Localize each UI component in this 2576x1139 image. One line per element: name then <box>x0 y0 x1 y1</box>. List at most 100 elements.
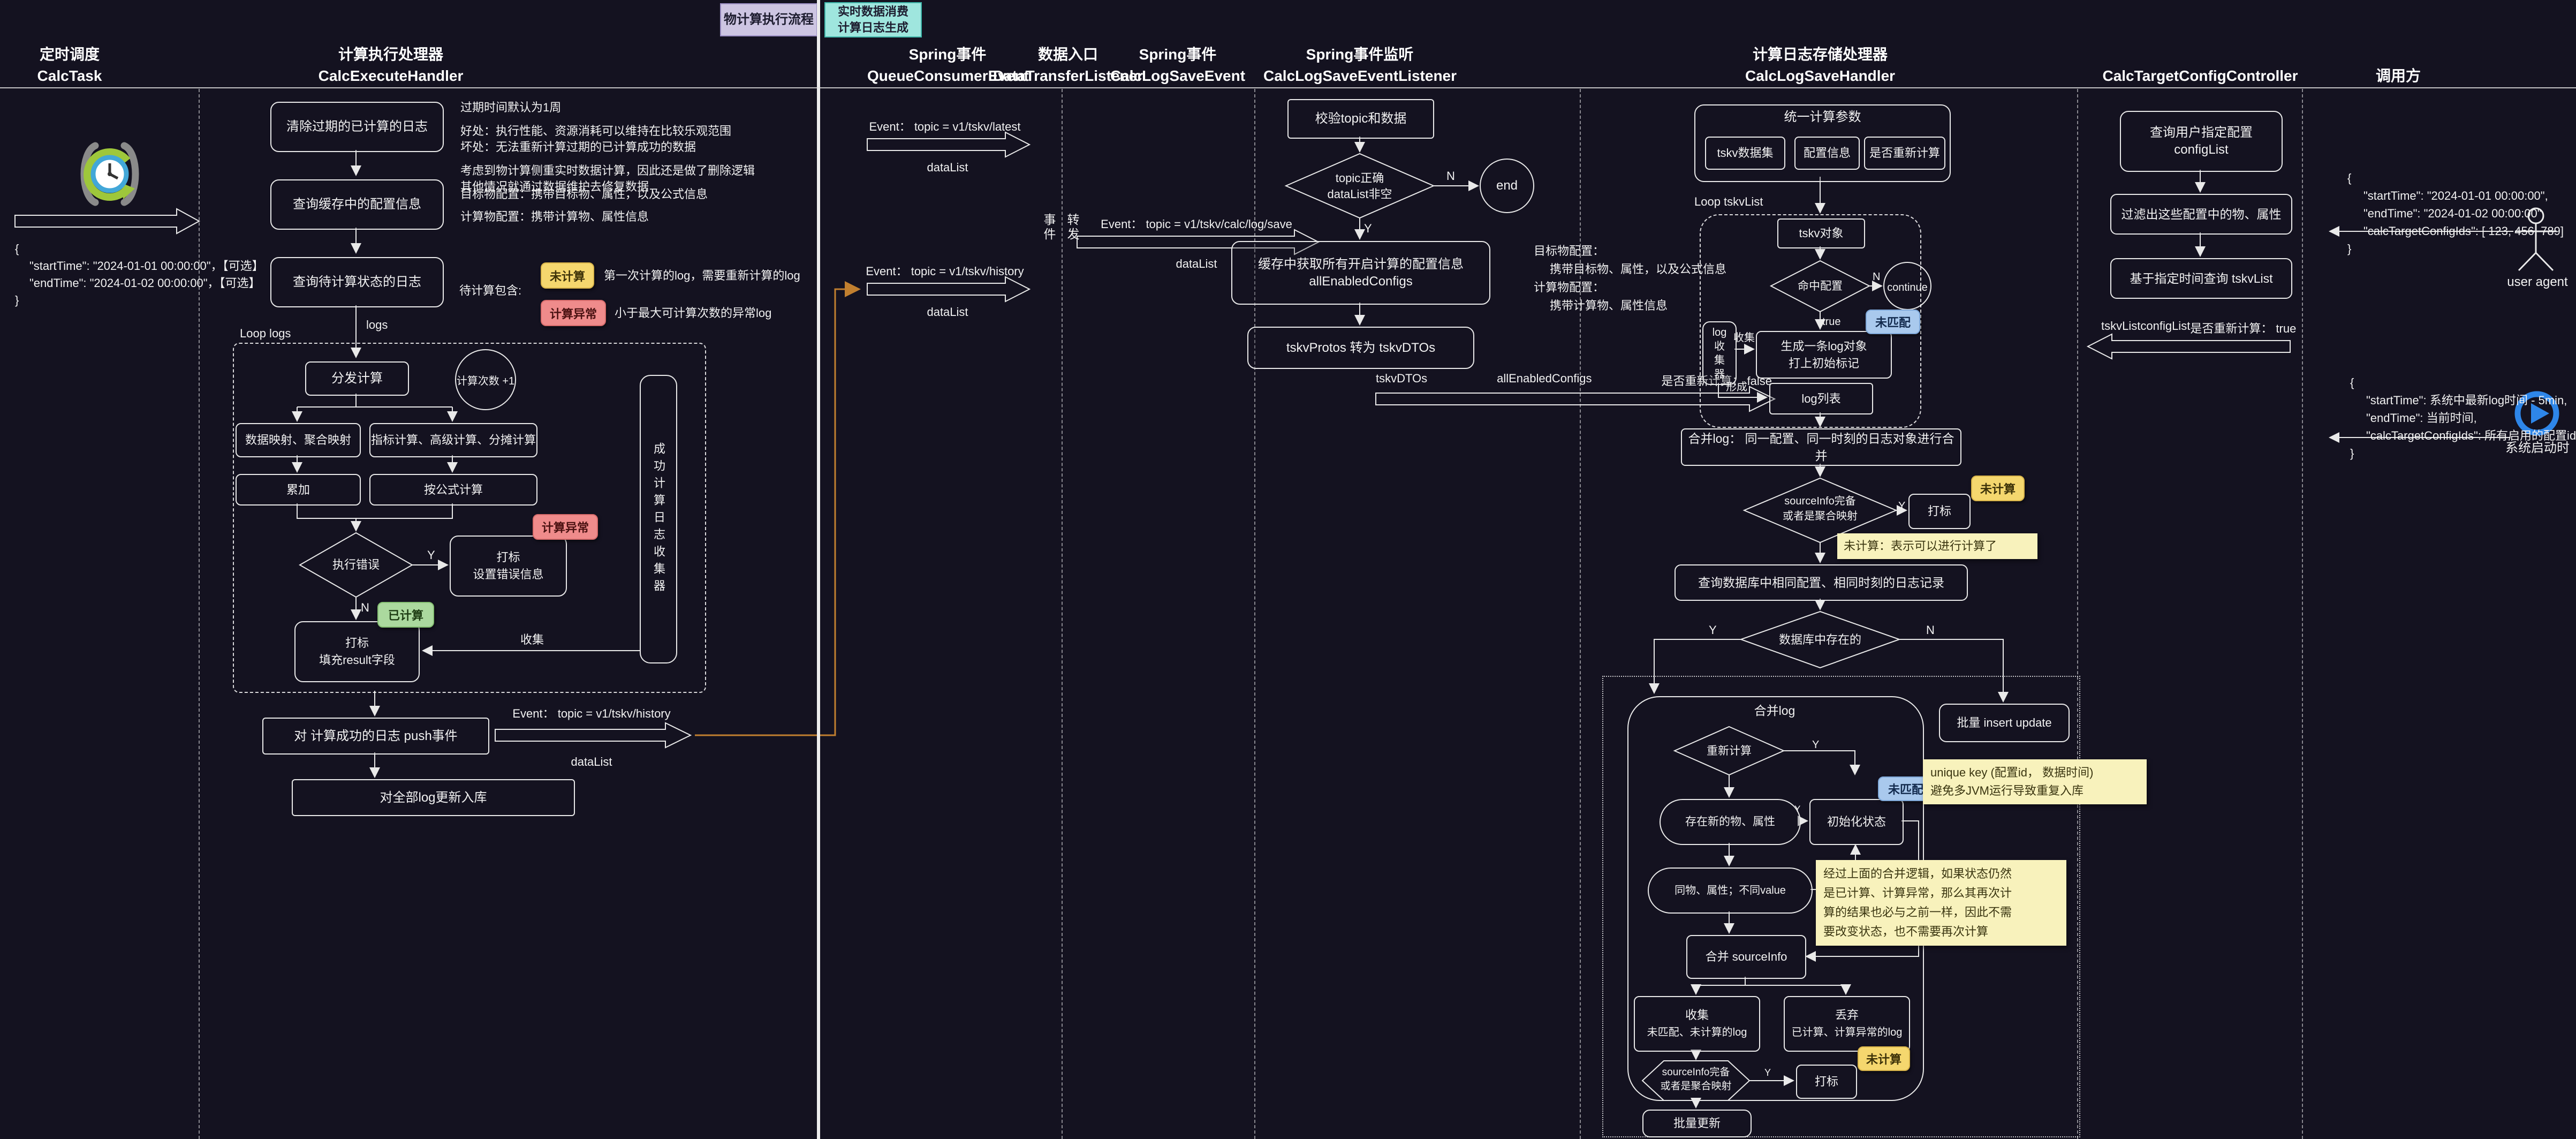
node-get-enabled-configs: 缓存中获取所有开启计算的配置信息 allEnabledConfigs <box>1231 241 1490 305</box>
controller-out-configlist: configList <box>2140 319 2190 336</box>
node-param-tskv: tskv数据集 <box>1705 137 1785 170</box>
listener-config-note: 目标物配置： 携带目标物、属性，以及公式信息 计算物配置： 携带计算物、属性信息 <box>1534 242 1726 315</box>
note-uncalc-meaning: 未计算：表示可以进行计算了 <box>1837 533 2037 559</box>
participant-calctask: 定时调度 CalcTask <box>16 44 123 87</box>
collect-arrow-label: 收集 <box>520 632 544 648</box>
history-topic-label: Event： topic = v1/tskv/history <box>857 263 1033 280</box>
participant-controller: CalcTargetConfigController <box>2093 65 2307 87</box>
node-merge-log-label: 合并log： 同一配置、同一时刻的日志对象进行合并 <box>1682 430 1960 464</box>
node-param-config-label: 配置信息 <box>1804 145 1851 162</box>
node-mark-done-line2: 填充result字段 <box>319 652 395 669</box>
participant-listener-zh: Spring事件监听 <box>1263 44 1456 65</box>
recalc-y-label: Y <box>1812 737 1819 753</box>
exec-error-y-label: Y <box>427 547 435 563</box>
listener-config-note-line1: 目标物配置： <box>1534 242 1726 260</box>
node-push-event: 对 计算成功的日志 push事件 <box>262 718 489 755</box>
badge-unmatched-loop-label: 未匹配 <box>1875 313 1911 330</box>
badge-mark-calc-error-label: 计算异常 <box>542 518 589 535</box>
node-generate-log-line1: 生成一条log对象 <box>1781 338 1867 355</box>
caller-json2-open: { <box>2350 374 2576 391</box>
participant-caller: 调用方 <box>2345 65 2452 87</box>
lifeline-calctask <box>199 89 200 1139</box>
exec-error-diamond-label: 执行错误 <box>302 557 410 573</box>
node-query-db-logs: 查询数据库中相同配置、相同时刻的日志记录 <box>1675 564 1968 601</box>
participant-handler: 计算日志存储处理器 CalcLogSaveHandler <box>1713 44 1927 87</box>
controller-out-tskvlist: tskvList <box>2101 319 2140 336</box>
listener-out-configs: allEnabledConfigs <box>1497 372 1592 389</box>
node-generate-log-line2: 打上初始标记 <box>1789 355 1859 372</box>
hit-config-true-label: true <box>1822 314 1840 330</box>
participant-handler-zh: 计算日志存储处理器 <box>1713 44 1927 65</box>
system-startup-label: 系统启动时 <box>2489 440 2576 456</box>
badge-uncalculated: 未计算 <box>541 262 594 289</box>
node-mark-uncalc-label: 打标 <box>1928 503 1951 520</box>
uncalculated-desc: 第一次计算的log，需要重新计算的log <box>604 268 800 284</box>
node-mark-uncalc2: 打标 <box>1796 1065 1857 1099</box>
note-unique-key: unique key (配置id， 数据时间) 避免多JVM运行导致重复入库 <box>1923 759 2147 804</box>
lifeline-caller <box>2302 89 2303 1139</box>
collect2-label: 收集 <box>1733 330 1755 346</box>
clock-icon <box>84 146 135 202</box>
badge-uncalc-mark2-label: 未计算 <box>1866 1050 1901 1067</box>
participant-listener-en: CalcLogSaveEventListener <box>1263 65 1456 87</box>
node-query-user-config: 查询用户指定配置 configList <box>2120 111 2283 172</box>
sourceinfo-y-label: Y <box>1898 498 1905 514</box>
sourceinfo2-line2: 或者是聚合映射 <box>1642 1080 1749 1093</box>
node-param-config: 配置信息 <box>1794 137 1860 170</box>
history-orange-connector <box>695 289 859 735</box>
caller-json1-close: } <box>2347 240 2564 258</box>
node-filter-attrs: 过滤出这些配置中的物、属性 <box>2110 194 2292 235</box>
node-mark-error-line2: 设置错误信息 <box>473 566 543 583</box>
note-merge-logic-line2: 是已计算、计算异常，那么其再次计 <box>1823 884 2059 903</box>
exec-error-n-label: N <box>361 600 369 616</box>
badge-uncalc-mark2: 未计算 <box>1858 1046 1910 1071</box>
history-datalist-label: dataList <box>867 304 1028 320</box>
note-unique-key-line2: 避免多JVM运行导致重复入库 <box>1930 782 2139 800</box>
calctask-json-open: { <box>15 240 19 258</box>
node-log-collector2-line4: 器 <box>1714 367 1725 381</box>
badge-unmatched-init-label: 未匹配 <box>1888 780 1923 797</box>
note-expire-line2: 好处：执行性能、资源消耗可以维持在比较乐观范围 <box>460 123 755 139</box>
node-unified-params-title: 统一计算参数 <box>1784 109 1861 126</box>
participant-listener: Spring事件监听 CalcLogSaveEventListener <box>1263 44 1456 87</box>
header-underline <box>0 87 2576 88</box>
caller-json-request: { "startTime": "2024-01-01 00:00:00", "e… <box>2347 169 2564 258</box>
badge-mark-calc-error: 计算异常 <box>533 514 598 540</box>
calc-error-desc: 小于最大可计算次数的异常log <box>615 305 771 321</box>
note-config: 目标物配置：携带目标物、属性，以及公式信息 计算物配置：携带计算物、属性信息 <box>460 186 708 225</box>
node-batch-insert-label: 批量 insert update <box>1957 714 2051 731</box>
node-mark-done: 打标 填充result字段 <box>294 621 420 682</box>
sourceinfo-diamond-line2: 或者是聚合映射 <box>1761 509 1879 524</box>
history-event-arrow <box>867 277 1029 301</box>
count-circle: 计算次数 +1 <box>455 349 516 410</box>
push-event-datalist: dataList <box>517 754 666 770</box>
new-attr-y-label: Y <box>1794 801 1800 817</box>
participant-handler-en: CalcLogSaveHandler <box>1713 65 1927 87</box>
note-expire-line1: 过期时间默认为1周 <box>460 100 755 116</box>
controller-return-arrow <box>2088 334 2290 359</box>
badge-calculated-label: 已计算 <box>388 606 423 623</box>
badge-uncalculated-label: 未计算 <box>550 267 585 284</box>
node-log-collector2-line2: 收 <box>1714 340 1725 353</box>
participant-controller-en: CalcTargetConfigController <box>2093 65 2307 87</box>
save-topic-label: Event： topic = v1/tskv/calc/log/save <box>1071 216 1322 232</box>
note-config-line2: 计算物配置：携带计算物、属性信息 <box>460 209 708 225</box>
note-merge-logic-line3: 算的结果也必与之前一样，因此不需 <box>1823 903 2059 922</box>
lifeline-datatransfer <box>1062 89 1063 1139</box>
node-convert-dtos-label: tskvProtos 转为 tskvDTOs <box>1286 340 1435 357</box>
node-update-all-logs: 对全部log更新入库 <box>292 779 575 816</box>
node-log-collector2-line1: log <box>1713 326 1727 340</box>
node-same-attr: 同物、属性；不同value <box>1648 868 1813 914</box>
node-merge-log: 合并log： 同一配置、同一时刻的日志对象进行合并 <box>1681 428 1961 466</box>
calctask-json-line2: "endTime": "2024-01-02 00:00:00"，【可选】 <box>29 274 261 292</box>
badge-uncalc-mark-label: 未计算 <box>1980 480 2016 497</box>
node-update-all-logs-label: 对全部log更新入库 <box>380 789 487 806</box>
loop-logs-label: Loop logs <box>240 326 291 342</box>
end-circle-label: end <box>1480 178 1534 194</box>
node-success-log-collector-label: 成功计算日志收集器 <box>650 442 667 597</box>
db-exist-n-label: N <box>1926 622 1935 638</box>
legend-realtime-line1: 实时数据消费 <box>838 4 908 20</box>
node-batch-update-label: 批量更新 <box>1673 1115 1721 1132</box>
node-indicator-calc: 指标计算、高级计算、分摊计算 <box>369 423 537 457</box>
note-expire: 过期时间默认为1周 好处：执行性能、资源消耗可以维持在比较乐观范围 坏处：无法重… <box>460 100 755 195</box>
